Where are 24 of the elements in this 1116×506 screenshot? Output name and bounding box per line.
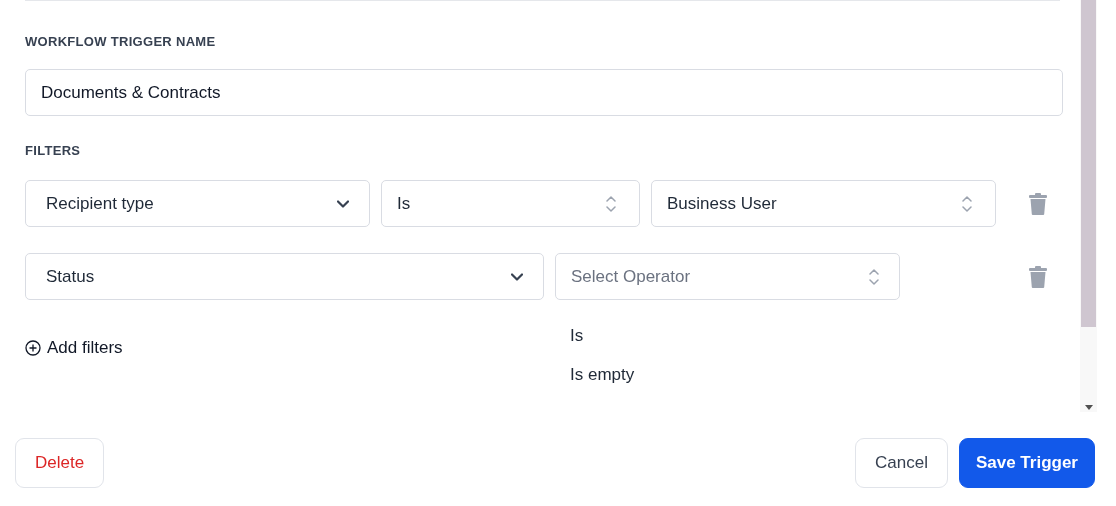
chevron-down-icon (511, 272, 523, 281)
section-label: FILTERS (25, 143, 82, 158)
select-field[interactable]: Is (381, 180, 640, 227)
up-down-icon (962, 195, 972, 212)
select-field[interactable]: Select Operator (555, 253, 900, 300)
select-field[interactable]: Business User (651, 180, 996, 227)
scrollbar[interactable] (1080, 0, 1097, 412)
cancel-button[interactable]: Cancel (855, 438, 948, 488)
plus-circle-icon (25, 340, 41, 356)
dropdown-field[interactable]: Status (25, 253, 544, 300)
up-down-icon (869, 268, 879, 285)
save-button[interactable]: Save Trigger (958, 438, 1095, 488)
up-down-icon (606, 195, 616, 212)
add-filters-link[interactable]: Add filters (25, 338, 123, 358)
field-label: WORKFLOW TRIGGER NAME (25, 34, 217, 49)
caret-down-icon[interactable] (1085, 405, 1093, 410)
chevron-down-icon (337, 199, 349, 208)
delete-button[interactable]: Delete (15, 438, 105, 488)
menu-item[interactable]: Is (555, 319, 900, 358)
name-field[interactable]: Documents & Contracts (25, 69, 1063, 116)
dropdown-field[interactable]: Recipient type (25, 180, 370, 227)
menu-item[interactable]: Is empty (555, 358, 900, 397)
trash-icon (1029, 265, 1047, 288)
trash-icon (1029, 192, 1047, 215)
